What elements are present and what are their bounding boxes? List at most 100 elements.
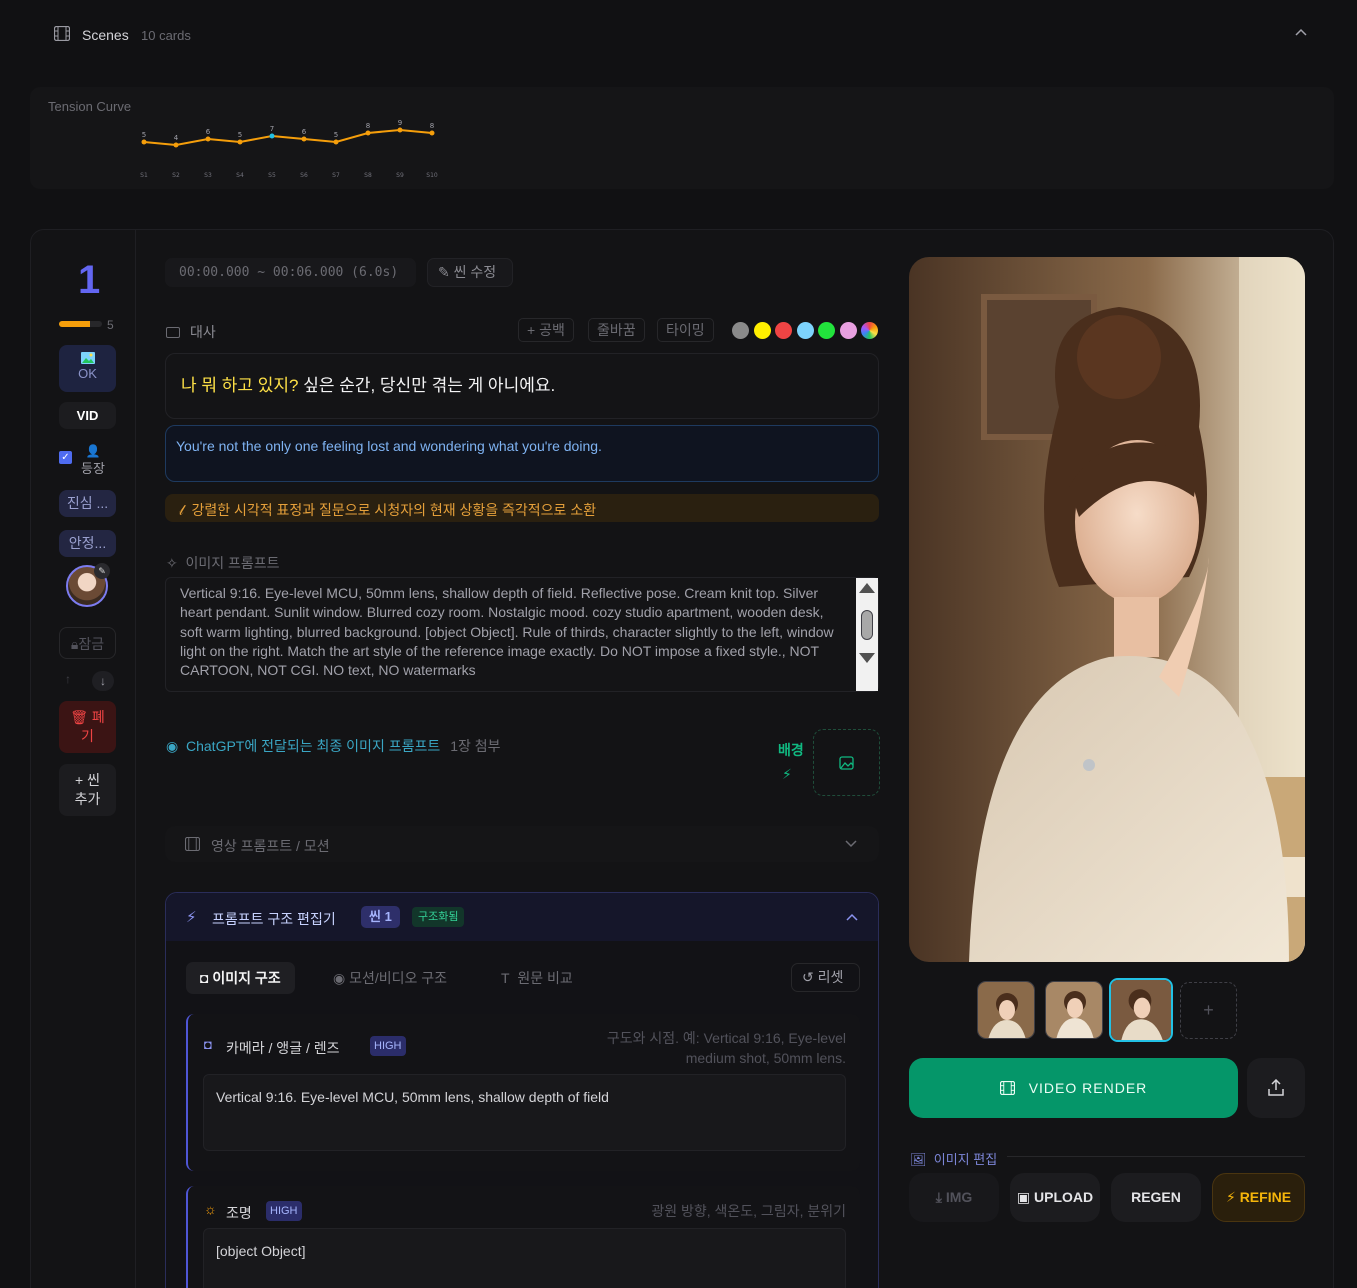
reset-icon: ↺ (802, 969, 814, 985)
image-edit-text: 이미지 편집 (933, 1152, 998, 1167)
tension-point[interactable] (205, 136, 211, 142)
timing-button[interactable]: 타이밍 (657, 318, 714, 342)
move-down-icon[interactable]: ↓ (92, 671, 114, 691)
tension-point[interactable] (173, 142, 179, 148)
tab-motion-structure[interactable]: ◉ 모션/비디오 구조 (333, 962, 447, 994)
tab-label: 이미지 구조 (212, 970, 281, 986)
tab-original-compare[interactable]: T 원문 비교 (501, 962, 573, 994)
video-prompt-label: 영상 프롬프트 / 모션 (211, 838, 330, 854)
tension-point[interactable] (301, 136, 307, 142)
color-swatch[interactable] (839, 322, 857, 339)
tension-category-label: S8 (364, 172, 372, 179)
download-img-button[interactable]: ⤓ IMG (909, 1173, 999, 1222)
attach-count: 1장 첨부 (450, 738, 501, 754)
line-break-button[interactable]: 줄바꿈 (588, 318, 645, 342)
dialogue-highlight: 나 뭐 하고 있지? (181, 376, 299, 395)
prompt-scrollbar[interactable] (856, 578, 878, 691)
tension-point[interactable] (269, 133, 275, 139)
lock-label: 잠금 (78, 636, 105, 652)
delete-scene-button[interactable]: 🗑 폐 기 (59, 701, 116, 753)
tab-image-structure[interactable]: ◘ 이미지 구조 (186, 962, 295, 994)
hint-line: 구도와 시점. 예: Vertical 9:16, Eye-level (606, 1030, 846, 1046)
person-icon: 👤 (85, 444, 101, 458)
background-image-slot[interactable] (813, 729, 880, 796)
chevron-up-icon[interactable] (846, 913, 858, 921)
custom-color-picker[interactable] (861, 322, 878, 339)
tension-category-label: S9 (396, 172, 404, 179)
pencil-icon[interactable]: ✎ (94, 563, 110, 579)
regen-button[interactable]: REGEN (1111, 1173, 1201, 1222)
sun-icon: ☼ (204, 1201, 217, 1217)
lighting-input[interactable]: [object Object] (203, 1228, 846, 1288)
magic-wand-icon: ⚡︎ (186, 909, 197, 926)
color-swatch[interactable] (732, 322, 749, 339)
appear-toggle[interactable]: 👤 등장 (78, 444, 108, 477)
refine-button[interactable]: ⚡︎ REFINE (1212, 1173, 1305, 1222)
emotion-tag[interactable]: 진심 ... (59, 490, 116, 517)
add-scene-button[interactable]: + 씬 추가 (59, 764, 116, 816)
hook-text: 강렬한 시각적 표정과 질문으로 시청자의 현재 상황을 즉각적으로 소환 (191, 502, 597, 518)
tension-category-label: S6 (300, 172, 308, 179)
image-icon: 🖼 (910, 1152, 927, 1167)
scene-image-preview[interactable] (909, 257, 1305, 962)
tension-category-label: S7 (332, 172, 340, 179)
tension-value-label: 5 (142, 131, 146, 139)
upload-button[interactable]: ▣ UPLOAD (1010, 1173, 1100, 1222)
tension-value-label: 4 (174, 134, 179, 142)
final-prompt-link[interactable]: ◉ ChatGPT에 전달되는 최종 이미지 프롬프트 1장 첨부 (166, 736, 501, 756)
thumbnail-image (1111, 980, 1171, 1040)
camera-input[interactable]: Vertical 9:16. Eye-level MCU, 50mm lens,… (203, 1074, 846, 1151)
move-up-icon[interactable]: ↑ (65, 672, 71, 686)
tension-value-label: 7 (270, 125, 274, 133)
vid-button[interactable]: VID (59, 402, 116, 429)
export-button[interactable] (1247, 1058, 1305, 1118)
scene-badge: 씬 1 (361, 906, 400, 928)
dialogue-text[interactable]: 나 뭐 하고 있지? 싶은 순간, 당신만 겪는 게 아니에요. (165, 353, 879, 419)
add-label-2: 추가 (74, 791, 101, 807)
thumbnail-3-selected[interactable] (1109, 978, 1173, 1042)
tab-label: 원문 비교 (517, 970, 573, 986)
image-ok-button[interactable]: OK (59, 345, 116, 392)
dialogue-label: 대사 (166, 322, 216, 342)
tension-point[interactable] (429, 130, 435, 136)
video-render-button[interactable]: VIDEO RENDER (909, 1058, 1238, 1118)
tension-point[interactable] (397, 127, 403, 133)
eye-icon: ◉ (333, 970, 346, 986)
english-translation-field[interactable]: You're not the only one feeling lost and… (165, 425, 879, 482)
thumbnail-1[interactable] (977, 981, 1035, 1039)
appear-checkbox[interactable]: ✓ (59, 451, 72, 464)
video-prompt-row[interactable]: 영상 프롬프트 / 모션 (165, 826, 879, 862)
field-hint: 광원 방향, 색온도, 그림자, 분위기 (651, 1203, 846, 1219)
color-swatch[interactable] (775, 322, 792, 339)
reset-label: 리셋 (817, 969, 844, 985)
tension-point[interactable] (333, 139, 339, 145)
character-avatar[interactable]: ✎ (66, 563, 110, 607)
thumbnail-2[interactable] (1045, 981, 1103, 1039)
tension-point[interactable] (237, 139, 243, 145)
edit-scene-label: 씬 수정 (453, 264, 497, 280)
magic-wand-icon: ⚡︎ (1225, 1189, 1236, 1205)
add-space-button[interactable]: + 공백 (518, 318, 574, 342)
chevron-up-icon[interactable] (1294, 28, 1308, 38)
edit-scene-button[interactable]: ✎ 씬 수정 (427, 258, 513, 287)
reset-button[interactable]: ↺ 리셋 (791, 963, 860, 992)
hook-icon: 𝓁 (179, 502, 184, 518)
field-hint: 구도와 시점. 예: Vertical 9:16, Eye-level medi… (607, 1028, 846, 1068)
lock-button[interactable]: 🔒︎잠금 (59, 627, 116, 659)
tension-point[interactable] (141, 139, 147, 145)
tension-value-label: 5 (334, 131, 338, 139)
camera-icon: ◘ (204, 1037, 212, 1052)
english-text: You're not the only one feeling lost and… (176, 438, 602, 454)
add-label: + 씬 (75, 772, 100, 788)
structure-editor-header[interactable]: ⚡︎ 프롬프트 구조 편집기 씬 1 구조화됨 (166, 893, 878, 941)
action-label: IMG (945, 1189, 973, 1205)
image-prompt-textarea[interactable]: Vertical 9:16. Eye-level MCU, 50mm lens,… (165, 577, 879, 692)
tension-point[interactable] (365, 130, 371, 136)
color-swatch[interactable] (796, 322, 814, 339)
mood-tag[interactable]: 안정... (59, 530, 116, 557)
magic-wand-icon[interactable]: ⚡︎ (782, 766, 792, 783)
add-thumbnail-button[interactable]: + (1180, 982, 1237, 1039)
color-swatch[interactable] (753, 322, 771, 339)
text-icon: T (501, 970, 510, 986)
color-swatch[interactable] (818, 322, 835, 339)
